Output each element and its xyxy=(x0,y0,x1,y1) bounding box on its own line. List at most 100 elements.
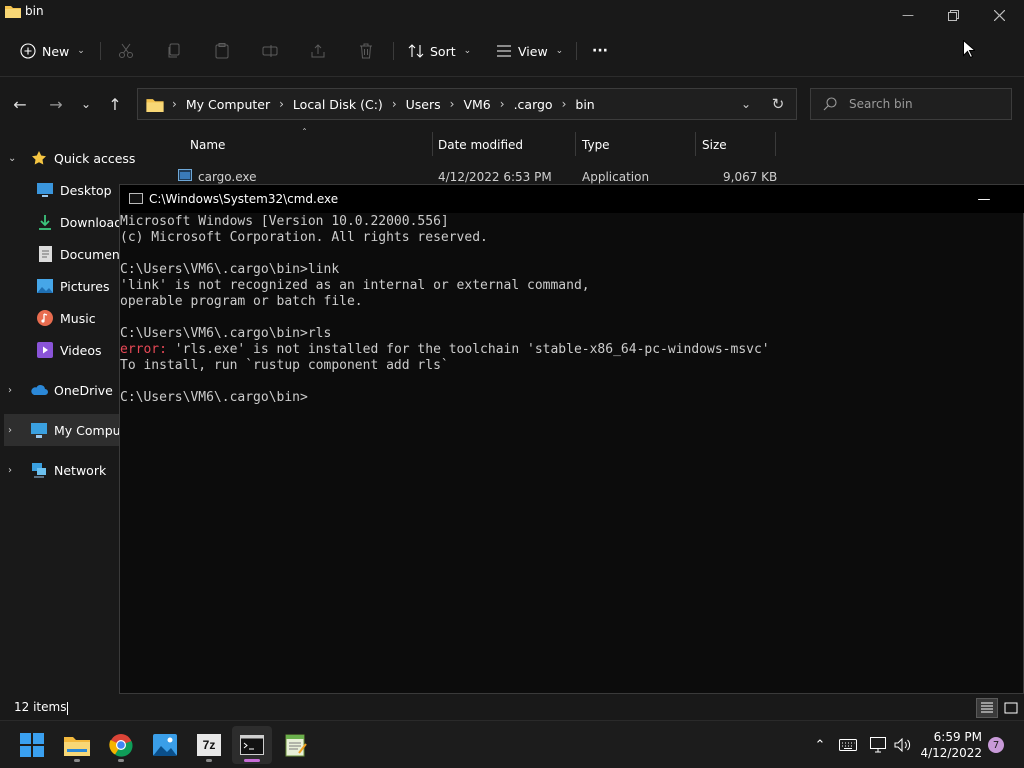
column-divider[interactable] xyxy=(575,132,576,156)
column-divider[interactable] xyxy=(695,132,696,156)
more-options-button[interactable]: ··· xyxy=(592,38,608,64)
breadcrumb-chevron-icon: › xyxy=(499,97,505,111)
explorer-titlebar[interactable]: bin — xyxy=(0,0,1024,30)
breadcrumb-vm6[interactable]: VM6 xyxy=(463,97,490,112)
status-item-count: 12 items xyxy=(14,700,67,714)
share-button[interactable] xyxy=(307,40,329,62)
address-history-button[interactable]: ⌄ xyxy=(734,89,758,119)
search-input[interactable] xyxy=(849,97,999,111)
taskbar-7zip[interactable]: 7z xyxy=(189,726,229,764)
sort-button[interactable]: Sort ⌄ xyxy=(408,38,471,64)
mouse-cursor-icon xyxy=(963,39,977,61)
view-button[interactable]: View ⌄ xyxy=(496,38,563,64)
file-type: Application xyxy=(582,170,650,184)
notification-badge[interactable]: 7 xyxy=(988,737,1004,753)
command-prompt-window[interactable]: C:\Windows\System32\cmd.exe — Microsoft … xyxy=(119,184,1024,694)
new-label: New xyxy=(42,43,70,59)
column-header-type[interactable]: Type xyxy=(582,132,610,158)
running-indicator xyxy=(118,759,124,762)
paste-button[interactable] xyxy=(211,40,233,62)
chevron-down-icon: ⌄ xyxy=(463,46,472,56)
rename-icon xyxy=(262,45,278,57)
breadcrumb-bin[interactable]: bin xyxy=(575,97,594,112)
volume-button[interactable] xyxy=(893,735,913,755)
breadcrumb-local-disk[interactable]: Local Disk (C:) xyxy=(293,97,383,112)
speaker-icon xyxy=(894,738,911,752)
minimize-button[interactable]: — xyxy=(885,0,931,30)
details-view-button[interactable] xyxy=(976,698,998,718)
nav-quick-access-label: Quick access xyxy=(54,150,136,166)
taskbar-photos[interactable] xyxy=(145,726,185,764)
search-icon xyxy=(823,97,837,111)
breadcrumb-my-computer[interactable]: My Computer xyxy=(186,97,270,112)
nav-network-label: Network xyxy=(54,462,107,478)
taskbar-notepad[interactable] xyxy=(276,726,316,764)
chevron-down-icon: ⌄ xyxy=(80,97,92,111)
arrow-right-icon: → xyxy=(49,94,63,114)
cmd-window-icon xyxy=(129,193,143,204)
refresh-button[interactable]: ↻ xyxy=(766,89,790,119)
network-status-button[interactable] xyxy=(869,735,889,755)
trash-icon xyxy=(360,43,372,59)
new-button[interactable]: New ⌄ xyxy=(20,38,85,64)
up-button[interactable]: ↑ xyxy=(103,92,127,116)
notepad-icon xyxy=(285,734,307,757)
breadcrumb-chevron-icon: › xyxy=(172,97,177,111)
taskbar: 7z ⌃ 6:59 PM 4/12/2022 7 xyxy=(0,720,1024,768)
chevron-down-icon: ⌄ xyxy=(740,97,752,111)
cmd-icon xyxy=(240,735,264,755)
breadcrumb-users[interactable]: Users xyxy=(406,97,441,112)
computer-icon xyxy=(30,421,48,439)
cut-button[interactable] xyxy=(115,40,137,62)
column-header-name[interactable]: Name xyxy=(190,132,225,158)
copy-button[interactable] xyxy=(163,40,185,62)
search-box[interactable] xyxy=(810,88,1012,120)
tiles-view-button[interactable] xyxy=(1000,698,1022,718)
column-divider[interactable] xyxy=(432,132,433,156)
cmd-minimize-button[interactable]: — xyxy=(972,189,996,209)
document-icon xyxy=(36,245,54,263)
tiles-view-icon xyxy=(1004,702,1018,714)
cmd-titlebar[interactable]: C:\Windows\System32\cmd.exe — xyxy=(120,185,1024,213)
start-icon xyxy=(20,733,44,757)
nav-quick-access[interactable]: ⌄ Quick access xyxy=(0,142,158,174)
back-button[interactable]: ← xyxy=(8,92,32,116)
network-monitor-icon xyxy=(870,737,886,753)
taskbar-cmd[interactable] xyxy=(232,726,272,764)
clock[interactable]: 6:59 PM 4/12/2022 xyxy=(918,729,982,761)
close-button[interactable] xyxy=(976,0,1022,30)
file-explorer-icon xyxy=(64,737,90,756)
network-icon xyxy=(30,461,48,479)
column-divider[interactable] xyxy=(775,132,776,156)
taskbar-chrome[interactable] xyxy=(101,726,141,764)
clipboard-icon xyxy=(215,43,229,59)
desktop-icon xyxy=(36,181,54,199)
photos-icon xyxy=(153,734,177,756)
restore-button[interactable] xyxy=(930,0,976,30)
breadcrumb-cargo[interactable]: .cargo xyxy=(514,97,553,112)
column-header-date[interactable]: Date modified xyxy=(438,132,523,158)
keyboard-button[interactable] xyxy=(838,735,858,755)
share-icon xyxy=(311,44,325,58)
console-line: 'link' is not recognized as an internal … xyxy=(120,278,590,293)
forward-button[interactable]: → xyxy=(44,92,68,116)
column-header-size[interactable]: Size xyxy=(702,132,727,158)
toolbar-separator xyxy=(0,76,1024,77)
view-list-icon xyxy=(497,45,511,57)
nav-desktop-label: Desktop xyxy=(60,182,112,198)
console-line: C:\Users\VM6\.cargo\bin>link xyxy=(120,262,340,277)
address-bar[interactable]: › My Computer › Local Disk (C:) › Users … xyxy=(137,88,797,120)
taskbar-file-explorer[interactable] xyxy=(57,726,97,764)
rename-button[interactable] xyxy=(259,40,281,62)
file-date: 4/12/2022 6:53 PM xyxy=(438,170,552,184)
recent-locations-button[interactable]: ⌄ xyxy=(74,92,98,116)
running-indicator xyxy=(74,759,80,762)
delete-button[interactable] xyxy=(355,40,377,62)
start-button[interactable] xyxy=(12,726,52,764)
chrome-icon xyxy=(109,734,133,757)
show-hidden-icons-button[interactable]: ⌃ xyxy=(810,735,830,755)
console-output[interactable]: Microsoft Windows [Version 10.0.22000.55… xyxy=(120,214,1023,692)
cmd-window-title: C:\Windows\System32\cmd.exe xyxy=(149,192,339,206)
